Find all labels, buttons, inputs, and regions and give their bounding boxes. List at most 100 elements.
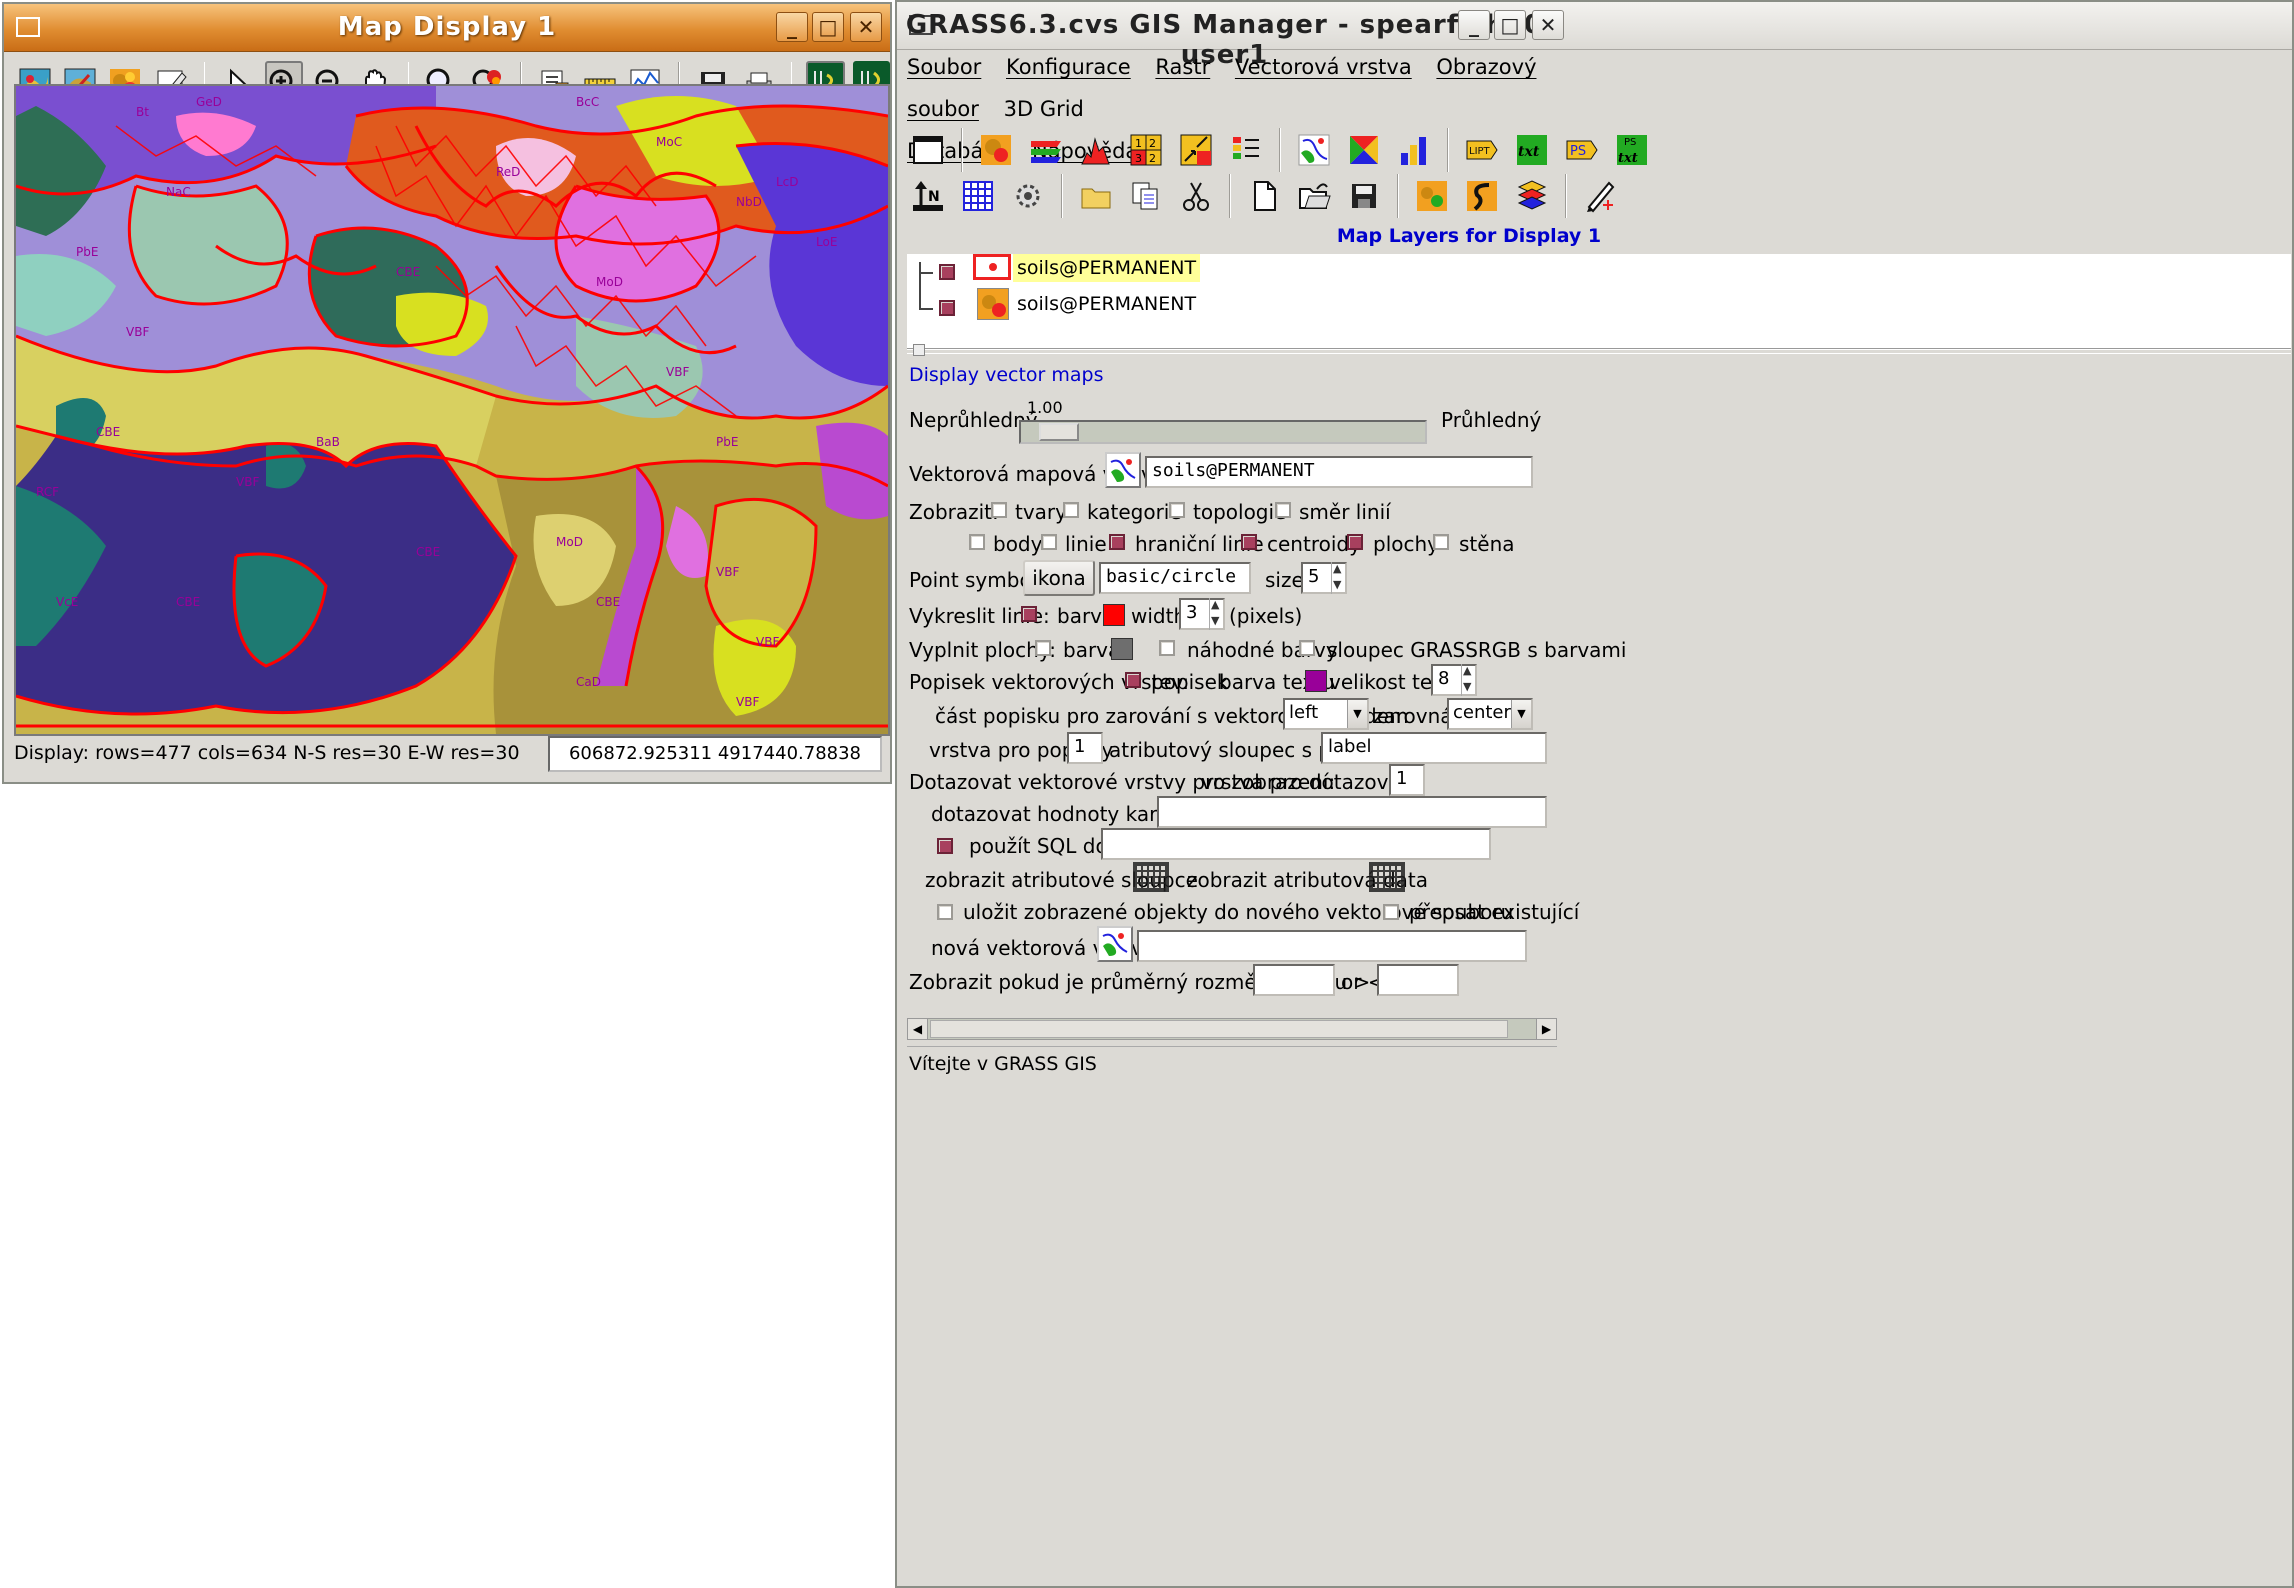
text-size-spinner[interactable] — [1461, 664, 1477, 696]
scroll-thumb[interactable] — [930, 1020, 1508, 1038]
label-column-field[interactable]: label — [1321, 732, 1547, 764]
line-direction-checkbox[interactable] — [1275, 502, 1291, 518]
layer-1-visible-checkbox[interactable] — [939, 264, 955, 280]
minimize-button[interactable]: _ — [776, 12, 808, 42]
add-raster-icon[interactable] — [973, 127, 1019, 173]
region-min-field[interactable] — [1253, 964, 1335, 996]
save-objects-checkbox[interactable] — [937, 904, 953, 920]
point-symbol-field[interactable]: basic/circle — [1099, 562, 1251, 594]
boundaries-checkbox[interactable] — [1109, 534, 1125, 550]
width-spinner[interactable] — [1209, 598, 1225, 630]
add-grid-icon[interactable] — [955, 173, 1001, 219]
opacity-slider-thumb[interactable] — [1039, 423, 1079, 441]
points-checkbox[interactable] — [969, 534, 985, 550]
layer-2-name[interactable]: soils@PERMANENT — [1017, 290, 1196, 318]
size-spinner[interactable] — [1331, 562, 1347, 594]
label-layer-field[interactable]: 1 — [1067, 732, 1103, 764]
sql-checkbox[interactable] — [937, 838, 953, 854]
add-group-icon[interactable] — [1073, 173, 1119, 219]
table-icon[interactable] — [1369, 862, 1405, 892]
scroll-right-arrow[interactable]: ▶ — [1536, 1019, 1556, 1039]
menu-konfigurace[interactable]: Konfigurace — [1006, 55, 1131, 79]
close-button[interactable]: ✕ — [850, 12, 882, 42]
add-vector-icon[interactable] — [1291, 127, 1337, 173]
tree-line — [919, 308, 933, 310]
add-label-icon[interactable]: LIPT — [1459, 127, 1505, 173]
menu-obrazovy-soubor[interactable]: Obrazový soubor — [907, 55, 1537, 121]
maximize-button[interactable]: □ — [1494, 10, 1526, 40]
map-display-titlebar[interactable]: Map Display 1 _ □ ✕ — [4, 4, 890, 52]
areas-checkbox[interactable] — [1347, 534, 1363, 550]
add-legend-icon[interactable] — [1223, 127, 1269, 173]
query-cats-field[interactable] — [1157, 796, 1547, 828]
chevron-down-icon[interactable]: ▼ — [1511, 700, 1531, 728]
align-select[interactable]: center ▼ — [1447, 698, 1533, 730]
overwrite-checkbox[interactable] — [1383, 904, 1399, 920]
stack-icon[interactable] — [1509, 173, 1555, 219]
add-rgb-icon[interactable] — [1023, 127, 1069, 173]
pane-sash[interactable] — [907, 348, 2291, 354]
add-arrows-icon[interactable] — [1173, 127, 1219, 173]
select-new-vector-button[interactable] — [1097, 926, 1133, 962]
soil-map-label: VBF — [126, 325, 149, 339]
new-display-icon[interactable] — [905, 127, 951, 173]
faces-checkbox[interactable] — [1433, 534, 1449, 550]
horizontal-scrollbar[interactable]: ◀ ▶ — [907, 1018, 1557, 1040]
lines-checkbox[interactable] — [1041, 534, 1057, 550]
menu-vectorova-vrstva[interactable]: Vectorová vrstva — [1235, 55, 1412, 79]
text-color-swatch[interactable] — [1305, 670, 1327, 692]
add-cell-values-icon[interactable]: 1232 — [1123, 127, 1169, 173]
topology-checkbox[interactable] — [1169, 502, 1185, 518]
shapes-checkbox[interactable] — [991, 502, 1007, 518]
gis-manager-titlebar[interactable]: GRASS6.3.cvs GIS Manager - spearfish60 u… — [897, 2, 2292, 70]
options-panel: Display vector maps Neprůhledný 1.00 Prů… — [907, 358, 2291, 1018]
region-max-field[interactable] — [1377, 964, 1459, 996]
query-layer-field[interactable]: 1 — [1389, 764, 1425, 796]
grassrgb-checkbox[interactable] — [1299, 640, 1315, 656]
fill-areas-checkbox[interactable] — [1035, 640, 1051, 656]
map-canvas[interactable]: NaC PbE VBF CBE RCF VcE MoD LoE BcC Bt ReD MoC GeD CB… — [14, 84, 890, 736]
new-vector-field[interactable] — [1137, 930, 1527, 962]
add-north-arrow-icon[interactable]: N — [905, 173, 951, 219]
fill-color-swatch[interactable] — [1111, 638, 1133, 660]
add-command-icon[interactable] — [1005, 173, 1051, 219]
delete-layer-icon[interactable] — [1173, 173, 1219, 219]
add-histogram-icon[interactable] — [1073, 127, 1119, 173]
categories-checkbox[interactable] — [1063, 502, 1079, 518]
icon-button[interactable]: ikona — [1023, 560, 1095, 596]
sql-field[interactable] — [1101, 828, 1491, 860]
close-button[interactable]: ✕ — [1532, 10, 1564, 40]
vector-map-field[interactable]: soils@PERMANENT — [1145, 456, 1533, 488]
centroids-checkbox[interactable] — [1241, 534, 1257, 550]
animate-icon[interactable] — [1459, 173, 1505, 219]
layer-2-visible-checkbox[interactable] — [939, 300, 955, 316]
scroll-left-arrow[interactable]: ◀ — [908, 1019, 928, 1039]
save-file-icon[interactable] — [1341, 173, 1387, 219]
add-thematic-icon[interactable] — [1341, 127, 1387, 173]
open-file-icon[interactable] — [1291, 173, 1337, 219]
chevron-down-icon[interactable]: ▼ — [1347, 700, 1367, 728]
add-ps-text-icon[interactable]: PS txt — [1609, 127, 1655, 173]
nviz-icon[interactable] — [1409, 173, 1455, 219]
table-icon[interactable] — [1133, 862, 1169, 892]
digitize-icon[interactable] — [1577, 173, 1623, 219]
random-colors-checkbox[interactable] — [1159, 640, 1175, 656]
label-checkbox[interactable] — [1125, 672, 1141, 688]
sash-handle[interactable] — [913, 344, 925, 356]
opacity-slider[interactable] — [1019, 420, 1427, 444]
layer-1-name[interactable]: soils@PERMANENT — [1013, 254, 1201, 282]
draw-lines-checkbox[interactable] — [1021, 606, 1037, 622]
line-color-swatch[interactable] — [1103, 604, 1125, 626]
menu-soubor[interactable]: Soubor — [907, 55, 981, 79]
new-file-icon[interactable] — [1241, 173, 1287, 219]
menu-3d-grid[interactable]: 3D Grid — [1004, 97, 1084, 121]
maximize-button[interactable]: □ — [812, 12, 844, 42]
copy-layer-icon[interactable] — [1123, 173, 1169, 219]
select-vector-button[interactable] — [1105, 452, 1141, 488]
add-text-icon[interactable]: txt — [1509, 127, 1555, 173]
add-chart-icon[interactable] — [1391, 127, 1437, 173]
align-part-select[interactable]: left ▼ — [1283, 698, 1369, 730]
add-ps-label-icon[interactable]: PS — [1559, 127, 1605, 173]
menu-rastr[interactable]: Rastr — [1155, 55, 1210, 79]
minimize-button[interactable]: _ — [1458, 10, 1490, 40]
